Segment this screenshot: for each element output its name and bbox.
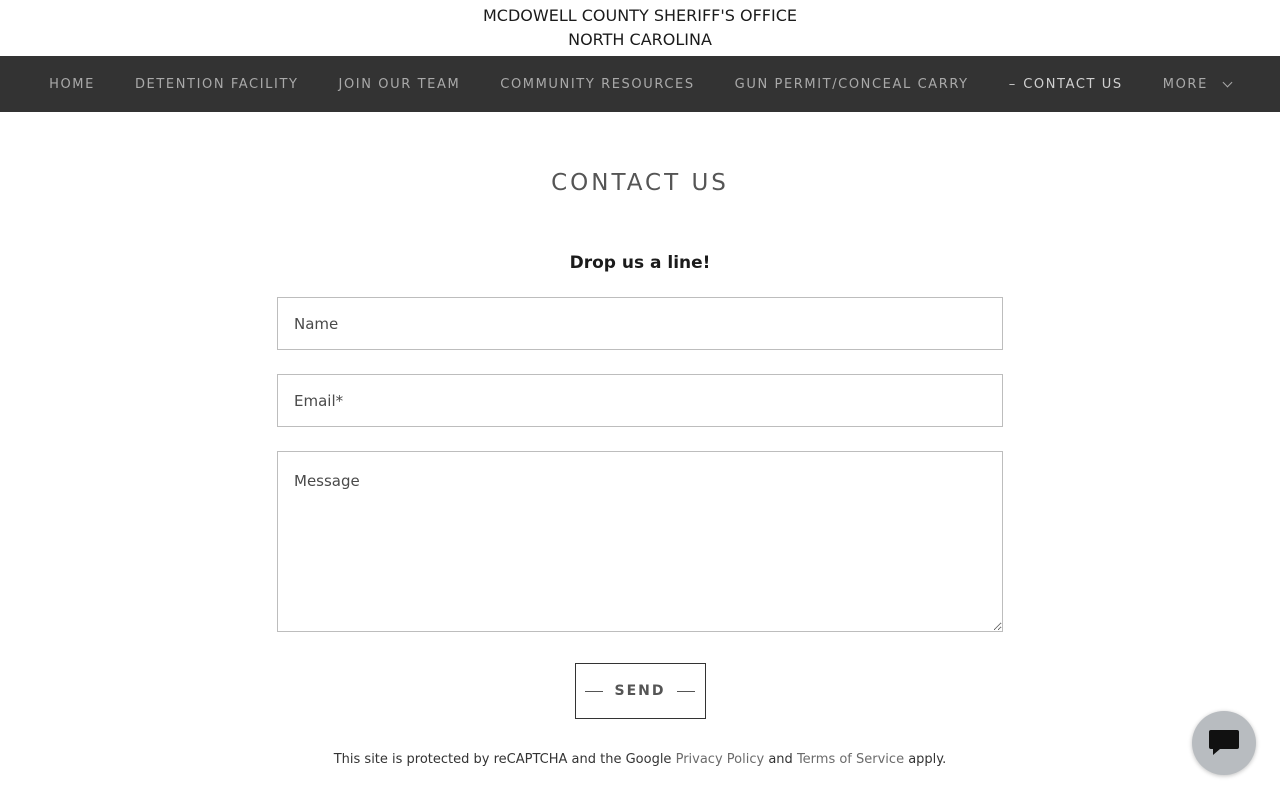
dash-decoration	[677, 690, 696, 692]
nav-item-join-our-team[interactable]: JOIN OUR TEAM	[339, 77, 461, 92]
nav-item-gun-permit[interactable]: GUN PERMIT/CONCEAL CARRY	[735, 77, 969, 92]
page: MCDOWELL COUNTY SHERIFF'S OFFICE NORTH C…	[0, 0, 1280, 800]
nav-item-label: MORE	[1162, 76, 1208, 92]
nav-item-detention-facility[interactable]: DETENTION FACILITY	[135, 77, 299, 92]
nav-item-label: JOIN OUR TEAM	[338, 76, 461, 92]
email-input[interactable]	[277, 374, 1003, 428]
main-nav: HOME DETENTION FACILITY JOIN OUR TEAM CO…	[0, 56, 1280, 112]
recaptcha-and: and	[768, 752, 793, 768]
recaptcha-suffix: apply.	[908, 752, 947, 768]
form-subtitle: Drop us a line!	[569, 253, 711, 274]
send-wrap: SEND	[277, 663, 1003, 720]
nav-item-home[interactable]: HOME	[49, 77, 95, 92]
nav-item-more[interactable]: MORE	[1162, 76, 1233, 92]
nav-item-label: DETENTION FACILITY	[134, 76, 299, 92]
recaptcha-prefix: This site is protected by reCAPTCHA and …	[333, 752, 672, 768]
name-input[interactable]	[277, 297, 1003, 351]
nav-item-label: CONTACT US	[1023, 76, 1123, 92]
page-title: CONTACT US	[551, 170, 729, 196]
nav-item-label: COMMUNITY RESOURCES	[500, 76, 695, 92]
contact-form: SEND	[277, 297, 1003, 720]
terms-of-service-link[interactable]: Terms of Service	[797, 752, 904, 767]
nav-item-label: GUN PERMIT/CONCEAL CARRY	[734, 76, 969, 92]
site-title-line2[interactable]: NORTH CAROLINA	[568, 28, 712, 52]
active-indicator: –	[1008, 76, 1016, 92]
chat-button[interactable]	[1192, 711, 1256, 775]
nav-item-community-resources[interactable]: COMMUNITY RESOURCES	[500, 77, 694, 92]
send-label: SEND	[614, 683, 666, 700]
chevron-down-icon	[1222, 77, 1233, 87]
recaptcha-notice: This site is protected by reCAPTCHA and …	[334, 752, 947, 767]
main-content: CONTACT US Drop us a line! SEND This sit…	[0, 112, 1280, 767]
site-title-line1[interactable]: MCDOWELL COUNTY SHERIFF'S OFFICE	[483, 4, 797, 28]
privacy-policy-link[interactable]: Privacy Policy	[676, 752, 765, 767]
chat-bubble-icon	[1209, 730, 1239, 755]
dash-decoration	[584, 690, 603, 692]
message-textarea[interactable]	[277, 451, 1003, 633]
nav-item-label: HOME	[49, 76, 95, 92]
send-button[interactable]: SEND	[574, 663, 706, 720]
site-header: MCDOWELL COUNTY SHERIFF'S OFFICE NORTH C…	[0, 0, 1280, 56]
nav-item-contact-us[interactable]: – CONTACT US	[1009, 77, 1123, 92]
